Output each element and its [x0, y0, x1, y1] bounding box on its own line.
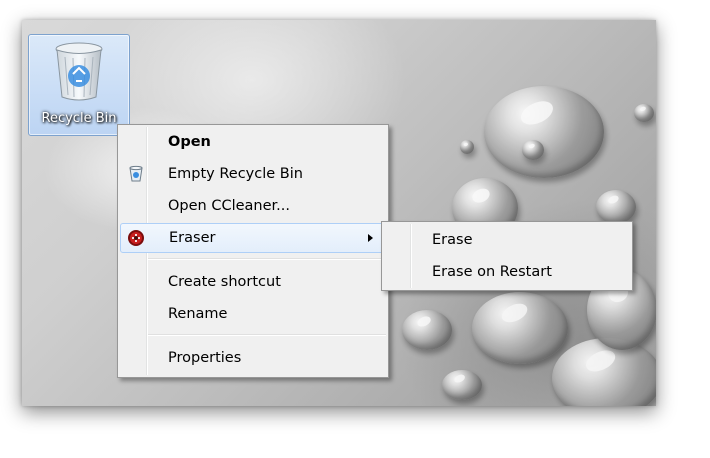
screenshot-frame: Recycle Bin Open Empty Recycle Bin Open … — [22, 20, 656, 406]
water-drop — [552, 338, 656, 406]
menu-item-eraser[interactable]: Eraser — [120, 223, 386, 253]
water-drop — [596, 190, 636, 224]
menu-item-label: Eraser — [169, 230, 216, 246]
recycle-bin-icon — [55, 42, 103, 101]
recycle-bin-icon — [129, 165, 143, 182]
menu-item-label: Rename — [168, 306, 228, 322]
menu-item-label: Create shortcut — [168, 274, 281, 290]
desktop-icon-label: Recycle Bin — [41, 111, 117, 126]
menu-item-properties[interactable]: Properties — [120, 343, 386, 373]
eraser-submenu: Erase Erase on Restart — [381, 221, 633, 291]
water-drop — [634, 104, 654, 122]
submenu-item-label: Erase on Restart — [432, 264, 552, 280]
water-drop — [484, 86, 604, 178]
menu-item-label: Empty Recycle Bin — [168, 166, 303, 182]
menu-item-empty-recycle-bin[interactable]: Empty Recycle Bin — [120, 159, 386, 189]
menu-item-open-ccleaner[interactable]: Open CCleaner... — [120, 191, 386, 221]
eraser-icon — [128, 230, 144, 246]
water-drop — [442, 370, 482, 400]
water-drop — [460, 140, 474, 154]
submenu-item-label: Erase — [432, 232, 473, 248]
desktop-recycle-bin[interactable]: Recycle Bin — [28, 34, 130, 136]
water-drop — [472, 292, 568, 364]
menu-separator — [148, 334, 386, 336]
menu-item-create-shortcut[interactable]: Create shortcut — [120, 267, 386, 297]
water-drop — [522, 140, 544, 160]
context-menu: Open Empty Recycle Bin Open CCleaner... … — [117, 124, 389, 378]
menu-item-label: Open CCleaner... — [168, 198, 290, 214]
submenu-item-erase-on-restart[interactable]: Erase on Restart — [384, 257, 630, 287]
menu-item-open[interactable]: Open — [120, 127, 386, 157]
menu-separator — [148, 258, 386, 260]
menu-item-label: Open — [168, 134, 211, 150]
menu-item-label: Properties — [168, 350, 242, 366]
submenu-arrow-icon — [368, 234, 373, 242]
water-drop — [402, 310, 452, 350]
submenu-item-erase[interactable]: Erase — [384, 225, 630, 255]
menu-item-rename[interactable]: Rename — [120, 299, 386, 329]
